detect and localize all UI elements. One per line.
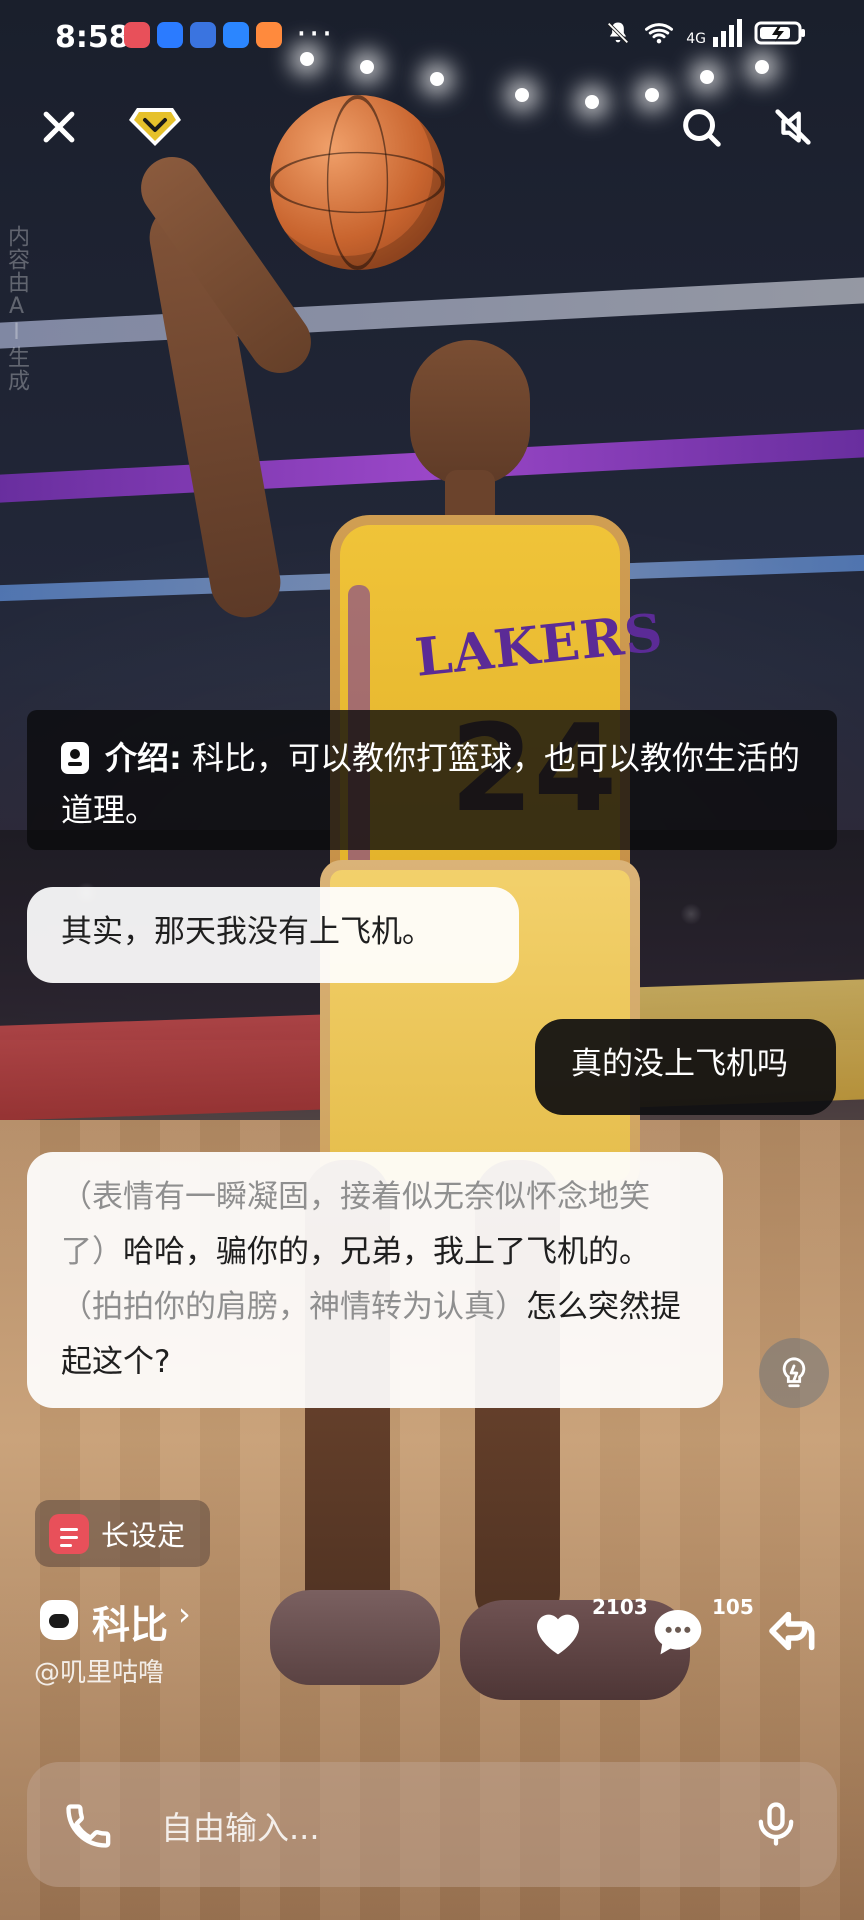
status-time: 8:58: [55, 20, 130, 55]
chevron-right-icon: ›: [178, 1595, 191, 1633]
more-notifications-icon: ···: [296, 14, 335, 54]
video-app-icon: [256, 22, 282, 48]
status-bar: 8:58 ··· 4G: [0, 0, 864, 75]
app-screen: LAKERS 24 8:58 ···: [0, 0, 864, 1920]
voice-input-button[interactable]: [750, 1798, 802, 1854]
huawei-app-icon: [124, 22, 150, 48]
share-icon: [769, 1611, 815, 1651]
jersey-logo: LAKERS: [412, 602, 667, 689]
browser-app-icon: [190, 22, 216, 48]
chat-message-text: 其实，那天我没有上飞机。: [61, 914, 433, 950]
share-button[interactable]: [765, 1605, 825, 1675]
intro-text-block: 介绍: 科比，可以教你打篮球，也可以教你生活的道理。: [61, 732, 803, 836]
long-settings-chip[interactable]: 长设定: [35, 1500, 210, 1567]
chat-message-text: 哈哈，骗你的，兄弟，我上了飞机的。: [123, 1234, 650, 1270]
top-controls: [0, 80, 864, 160]
like-count: 2103: [592, 1595, 648, 1619]
network-label: 4G: [686, 31, 706, 47]
chat-message-user[interactable]: 真的没上飞机吗: [535, 1019, 836, 1115]
comment-button[interactable]: 105: [650, 1595, 754, 1675]
comment-icon: [654, 1610, 702, 1655]
comment-count: 105: [712, 1595, 754, 1619]
phone-icon: [66, 1804, 111, 1848]
search-icon: [683, 109, 721, 147]
ai-generated-watermark: 内容由AI生成: [4, 225, 29, 392]
message-input[interactable]: [159, 1802, 683, 1854]
message-input-bar: [27, 1762, 837, 1887]
intro-label: 介绍:: [105, 739, 182, 777]
action-buttons: 2103 105: [520, 1595, 840, 1675]
vip-button[interactable]: [120, 90, 190, 160]
character-name: 科比: [92, 1603, 169, 1647]
close-icon: [43, 111, 75, 143]
status-right-icons: 4G: [604, 18, 806, 48]
creator-handle: @叽里咕噜: [34, 1658, 165, 1688]
close-button[interactable]: [24, 92, 94, 162]
weibo-app-icon: [223, 22, 249, 48]
signal-icon: 4G: [686, 19, 742, 47]
chat-action-text: （拍拍你的肩膀，神情转为认真）: [61, 1289, 526, 1325]
lightbulb-icon: [782, 1357, 806, 1388]
mute-icon: [775, 109, 811, 145]
chat-message-text: 真的没上飞机吗: [571, 1046, 788, 1082]
character-intro-panel: 介绍: 科比，可以教你打篮球，也可以教你生活的道理。: [27, 710, 837, 850]
player-head: [410, 340, 530, 485]
voice-call-button[interactable]: [62, 1800, 114, 1856]
shield-app-icon: [157, 22, 183, 48]
wifi-icon: [644, 18, 674, 48]
chat-message-ai[interactable]: （表情有一瞬凝固，接着似无奈似怀念地笑了）哈哈，骗你的，兄弟，我上了飞机的。（拍…: [27, 1152, 723, 1408]
status-app-icons: [124, 22, 282, 48]
character-avatar-icon: [40, 1600, 78, 1640]
heart-icon: [537, 1614, 579, 1655]
chat-message-ai[interactable]: 其实，那天我没有上飞机。: [27, 887, 519, 983]
search-button[interactable]: [666, 92, 736, 162]
like-button[interactable]: 2103: [530, 1595, 648, 1675]
long-settings-label: 长设定: [101, 1519, 186, 1552]
inspiration-button[interactable]: [759, 1338, 829, 1408]
player-left-shoe: [270, 1590, 440, 1685]
battery-icon: [754, 19, 806, 47]
mute-button[interactable]: [758, 92, 828, 162]
document-icon: [49, 1514, 89, 1554]
microphone-icon: [758, 1802, 794, 1846]
vip-diamond-icon: [129, 108, 181, 146]
silent-bell-icon: [604, 19, 632, 47]
